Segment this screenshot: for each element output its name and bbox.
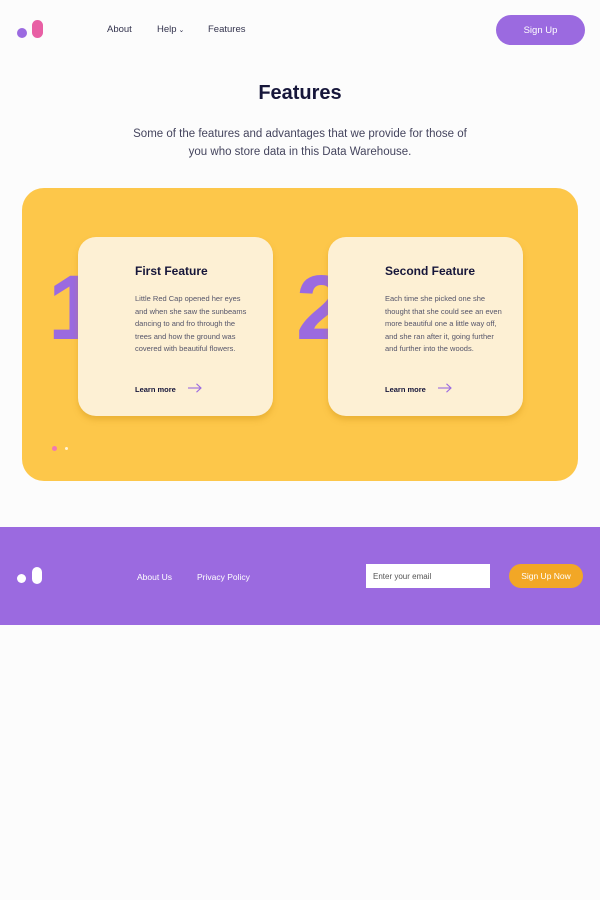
email-input[interactable]: [366, 564, 490, 588]
feature-card-2: Second Feature Each time she picked one …: [328, 237, 523, 416]
feature-card-1: First Feature Little Red Cap opened her …: [78, 237, 273, 416]
nav-features[interactable]: Features: [208, 24, 246, 35]
sign-up-now-button[interactable]: Sign Up Now: [509, 564, 583, 588]
arrow-right-icon[interactable]: [188, 383, 202, 393]
nav-help[interactable]: Help ⌄: [157, 24, 184, 35]
learn-more-link[interactable]: Learn more: [135, 385, 176, 394]
logo-pill: [32, 567, 42, 584]
site-footer: About Us Privacy Policy Sign Up Now: [0, 527, 600, 625]
logo-pill: [32, 20, 43, 38]
footer-about-us-link[interactable]: About Us: [137, 572, 172, 582]
carousel-dot[interactable]: [65, 447, 68, 450]
feature-card-text: Each time she picked one she thought tha…: [385, 294, 502, 354]
learn-more-link[interactable]: Learn more: [385, 385, 426, 394]
logo-dot: [17, 574, 26, 583]
nav-help-label: Help: [157, 24, 177, 35]
feature-card-title: First Feature: [135, 264, 208, 278]
logo-dot: [17, 28, 27, 38]
nav-about[interactable]: About: [107, 24, 132, 35]
arrow-right-icon[interactable]: [438, 383, 452, 393]
logo-icon[interactable]: [17, 20, 43, 40]
carousel-dot-active[interactable]: [52, 446, 57, 451]
feature-card-title: Second Feature: [385, 264, 476, 278]
footer-logo-icon[interactable]: [17, 567, 43, 585]
feature-card-text: Little Red Cap opened her eyes and when …: [135, 294, 247, 354]
footer-privacy-policy-link[interactable]: Privacy Policy: [197, 572, 250, 582]
chevron-down-icon: ⌄: [178, 27, 185, 34]
page-title: Features: [258, 82, 342, 104]
page-subtitle: Some of the features and advantages that…: [133, 128, 467, 158]
site-header: About Help ⌄ Features Sign Up: [0, 0, 600, 60]
sign-up-button[interactable]: Sign Up: [496, 15, 585, 45]
